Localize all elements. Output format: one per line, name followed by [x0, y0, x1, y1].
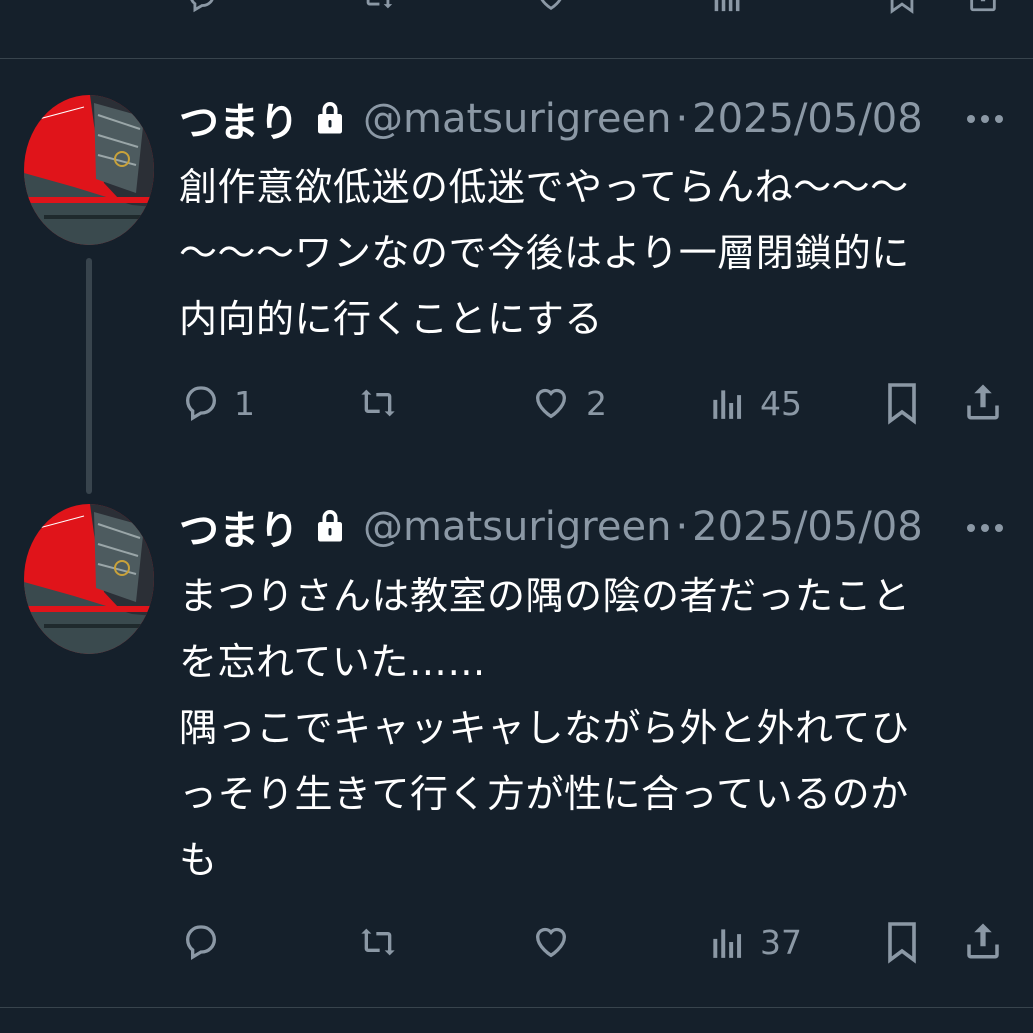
lock-icon — [315, 507, 345, 547]
share-icon[interactable] — [962, 919, 1004, 963]
tweet-2[interactable]: つまり @matsurigreen · 2025/05/08 まつりさんは教室の… — [0, 0, 1033, 1033]
retweet-icon[interactable] — [355, 922, 401, 962]
tweet-text-line: を忘れていた…… — [179, 640, 486, 684]
divider-bottom — [0, 1007, 1033, 1008]
bookmark-icon[interactable] — [884, 919, 920, 965]
more-icon[interactable] — [965, 521, 1005, 535]
tweet-text-line: 隅っこでキャッキャしながら外と外れてひ — [179, 706, 910, 750]
tweet-text-line: っそり生きて行く方が性に合っているのか — [179, 772, 909, 816]
display-name[interactable]: つまり — [179, 498, 299, 556]
handle[interactable]: @matsurigreen — [363, 504, 671, 550]
tweet-date[interactable]: 2025/05/08 — [692, 504, 923, 550]
like-icon[interactable] — [530, 922, 572, 962]
tweet-text: まつりさんは教室の隅の陰の者だったこと を忘れていた…… 隅っこでキャッキャしな… — [179, 563, 979, 893]
reply-icon[interactable] — [180, 922, 222, 962]
tweet-text-line: まつりさんは教室の隅の陰の者だったこと — [179, 574, 911, 618]
separator-dot: · — [675, 504, 689, 550]
avatar[interactable] — [24, 504, 154, 654]
views-icon[interactable] — [707, 922, 745, 962]
tweet-text-line: も — [179, 838, 218, 882]
tweet-header: つまり @matsurigreen · 2025/05/08 — [179, 502, 923, 554]
views-count: 37 — [760, 923, 802, 962]
